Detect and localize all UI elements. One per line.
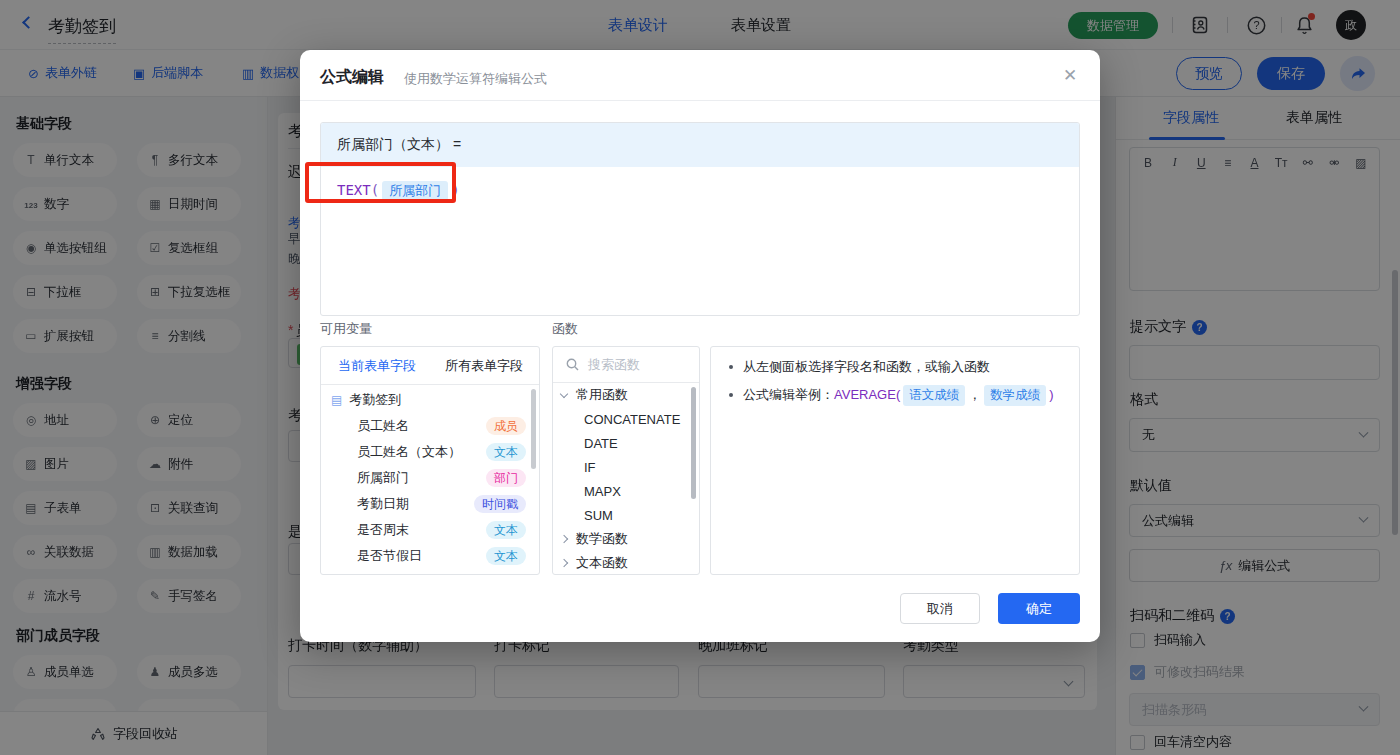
dialog-subtitle: 使用数学运算符编辑公式 bbox=[404, 70, 547, 88]
dialog-title: 公式编辑 bbox=[320, 67, 384, 88]
variable-name: 是否周末 bbox=[357, 521, 409, 539]
variable-type-tag: 文本 bbox=[486, 547, 526, 564]
scrollbar-thumb[interactable] bbox=[531, 389, 536, 469]
variable-type-tag: 文本 bbox=[486, 521, 526, 538]
function-label: IF bbox=[584, 460, 596, 475]
chevron-down-icon bbox=[560, 390, 568, 398]
function-search[interactable]: 搜索函数 bbox=[553, 347, 699, 383]
formula-editor[interactable]: 所属部门（文本） = TEXT(所属部门) bbox=[320, 122, 1080, 316]
cancel-button[interactable]: 取消 bbox=[900, 593, 980, 624]
functions-label: 函数 bbox=[552, 320, 578, 338]
variables-label: 可用变量 bbox=[320, 320, 372, 338]
function-label: CONCATENATE bbox=[584, 412, 680, 427]
function-label: 文本函数 bbox=[576, 554, 628, 572]
search-placeholder: 搜索函数 bbox=[588, 356, 640, 374]
function-item[interactable]: SUM bbox=[553, 503, 699, 527]
scrollbar-thumb[interactable] bbox=[691, 387, 696, 499]
variable-type-tag: 文本 bbox=[486, 443, 526, 460]
functions-panel: 搜索函数 常用函数 CONCATENATE DATE IF MAPX SUM 数学函数文本函… bbox=[552, 346, 700, 575]
search-icon bbox=[566, 358, 579, 371]
formula-assignment: 所属部门（文本） = bbox=[321, 123, 1079, 167]
function-item[interactable]: DATE bbox=[553, 431, 699, 455]
variables-panel: 当前表单字段 所有表单字段 ▤ 考勤签到 员工姓名成员员工姓名（文本）文本所属部… bbox=[320, 346, 540, 575]
close-icon[interactable]: ✕ bbox=[1060, 66, 1080, 86]
variable-name: 是否节假日 bbox=[357, 547, 422, 565]
function-group[interactable]: 数学函数 bbox=[553, 527, 699, 551]
function-label: 数学函数 bbox=[576, 530, 628, 548]
chevron-right-icon bbox=[560, 535, 568, 543]
variables-root[interactable]: ▤ 考勤签到 bbox=[321, 387, 539, 413]
function-item[interactable]: MAPX bbox=[553, 479, 699, 503]
function-item[interactable]: IF bbox=[553, 455, 699, 479]
function-label: SUM bbox=[584, 508, 613, 523]
function-label: MAPX bbox=[584, 484, 621, 499]
confirm-button[interactable]: 确定 bbox=[998, 593, 1080, 624]
variables-tabs: 当前表单字段 所有表单字段 bbox=[321, 347, 539, 385]
chevron-right-icon bbox=[560, 559, 568, 567]
variable-row[interactable]: 是否节假日 文本 bbox=[321, 543, 539, 569]
tips-panel: 从左侧面板选择字段名和函数，或输入函数 公式编辑举例：AVERAGE(语文成绩，… bbox=[710, 346, 1080, 575]
variable-name: 员工姓名 bbox=[357, 417, 409, 435]
variable-row[interactable]: 员工姓名（文本） 文本 bbox=[321, 439, 539, 465]
divider bbox=[300, 100, 1100, 101]
tip-line: 从左侧面板选择字段名和函数，或输入函数 bbox=[729, 357, 1079, 376]
variable-type-tag: 部门 bbox=[486, 469, 526, 486]
tip-example-line: 公式编辑举例：AVERAGE(语文成绩，数学成绩) bbox=[729, 385, 1079, 406]
variable-type-tag: 时间戳 bbox=[474, 495, 526, 512]
variable-type-tag: 成员 bbox=[486, 417, 526, 434]
function-label: DATE bbox=[584, 436, 618, 451]
tab-all-form-fields[interactable]: 所有表单字段 bbox=[445, 357, 523, 375]
function-group[interactable]: 文本函数 bbox=[553, 551, 699, 575]
variable-row[interactable]: 是否周末 文本 bbox=[321, 517, 539, 543]
form-icon: ▤ bbox=[331, 393, 342, 407]
variable-name: 所属部门 bbox=[357, 469, 409, 487]
function-label: 常用函数 bbox=[576, 386, 628, 404]
annotation-highlight bbox=[305, 162, 456, 203]
variable-row[interactable]: 考勤日期 时间戳 bbox=[321, 491, 539, 517]
variable-name: 考勤日期 bbox=[357, 495, 409, 513]
formula-edit-dialog: 公式编辑 使用数学运算符编辑公式 ✕ 所属部门（文本） = TEXT(所属部门)… bbox=[300, 50, 1100, 642]
variable-row[interactable]: 所属部门 部门 bbox=[321, 465, 539, 491]
function-item[interactable]: CONCATENATE bbox=[553, 407, 699, 431]
function-group[interactable]: 常用函数 bbox=[553, 383, 699, 407]
variable-row[interactable]: 员工姓名 成员 bbox=[321, 413, 539, 439]
variable-name: 员工姓名（文本） bbox=[357, 443, 461, 461]
tab-current-form-fields[interactable]: 当前表单字段 bbox=[338, 357, 416, 375]
